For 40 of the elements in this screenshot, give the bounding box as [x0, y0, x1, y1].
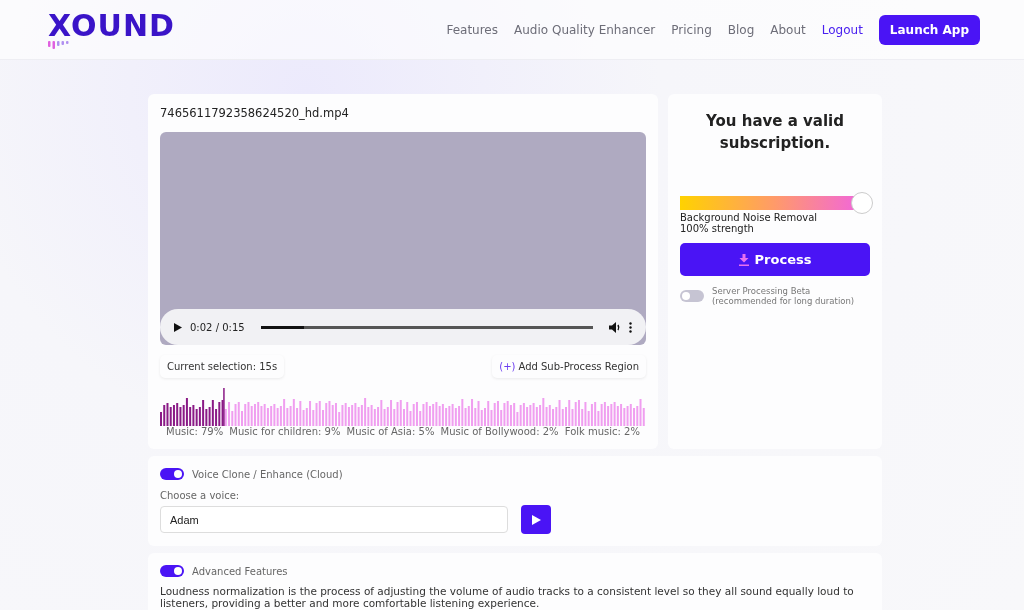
logo-bars-icon	[48, 40, 70, 49]
slider-reading: 100% strength	[680, 223, 755, 234]
toggle-label: Advanced Features	[192, 565, 288, 577]
slider-label: Background Noise Removal	[680, 212, 819, 223]
voice-toggle[interactable]	[160, 468, 184, 480]
genre-label: Music of Bollywood: 2%	[440, 426, 559, 437]
slider-thumb[interactable]	[851, 192, 873, 214]
toggle-label: Server Processing Beta	[712, 286, 812, 296]
play-icon	[531, 514, 541, 525]
description-text: Loudness normalization is the process of adjusting the volume of audio tracks to a consistent level so they all sound equally loud to listeners, providing a better and more comfortable listening experience.	[160, 585, 855, 609]
volume-icon[interactable]	[609, 321, 621, 333]
genre-label: Folk music: 2%	[564, 426, 640, 437]
genre-label: Music for children: 9%	[229, 426, 341, 437]
add-region-button[interactable]: (+) Add Sub-Process Region	[492, 355, 646, 378]
nav-link[interactable]: Features	[446, 22, 498, 37]
advanced-toggle[interactable]	[160, 565, 184, 577]
nav-link[interactable]: Audio Quality Enhancer	[514, 22, 656, 37]
launch-app-button[interactable]: Launch App	[878, 14, 980, 45]
nav-link[interactable]: Blog	[727, 22, 755, 37]
play-icon[interactable]	[174, 322, 182, 332]
toggle-label: Voice Clone / Enhance (Cloud)	[192, 468, 343, 480]
logo: XOUND	[48, 10, 175, 41]
toggle-note: (recommended for long duration)	[712, 296, 855, 306]
genre-label: Music of Asia: 5%	[346, 426, 435, 437]
field-label: Choose a voice:	[160, 490, 241, 501]
playback-time: 0:02 / 0:15	[190, 321, 245, 333]
selection-label: Current selection: 15s	[160, 355, 285, 378]
nav-link[interactable]: Logout	[821, 22, 863, 37]
file-name: 7465611792358624520_hd.mp4	[160, 106, 350, 120]
seek-track[interactable]	[260, 325, 593, 329]
voice-field[interactable]: Adam	[160, 506, 508, 533]
play-button[interactable]	[521, 505, 551, 534]
nav-link[interactable]: Pricing	[671, 22, 712, 37]
subscription-title: You have a valid subscription.	[705, 111, 845, 154]
server-toggle[interactable]	[680, 290, 704, 302]
download-icon	[738, 253, 749, 266]
more-icon[interactable]	[629, 321, 632, 333]
genre-label: Music: 79%	[166, 426, 224, 437]
nav-link[interactable]: About	[770, 22, 806, 37]
process-button[interactable]: Process	[680, 243, 870, 276]
